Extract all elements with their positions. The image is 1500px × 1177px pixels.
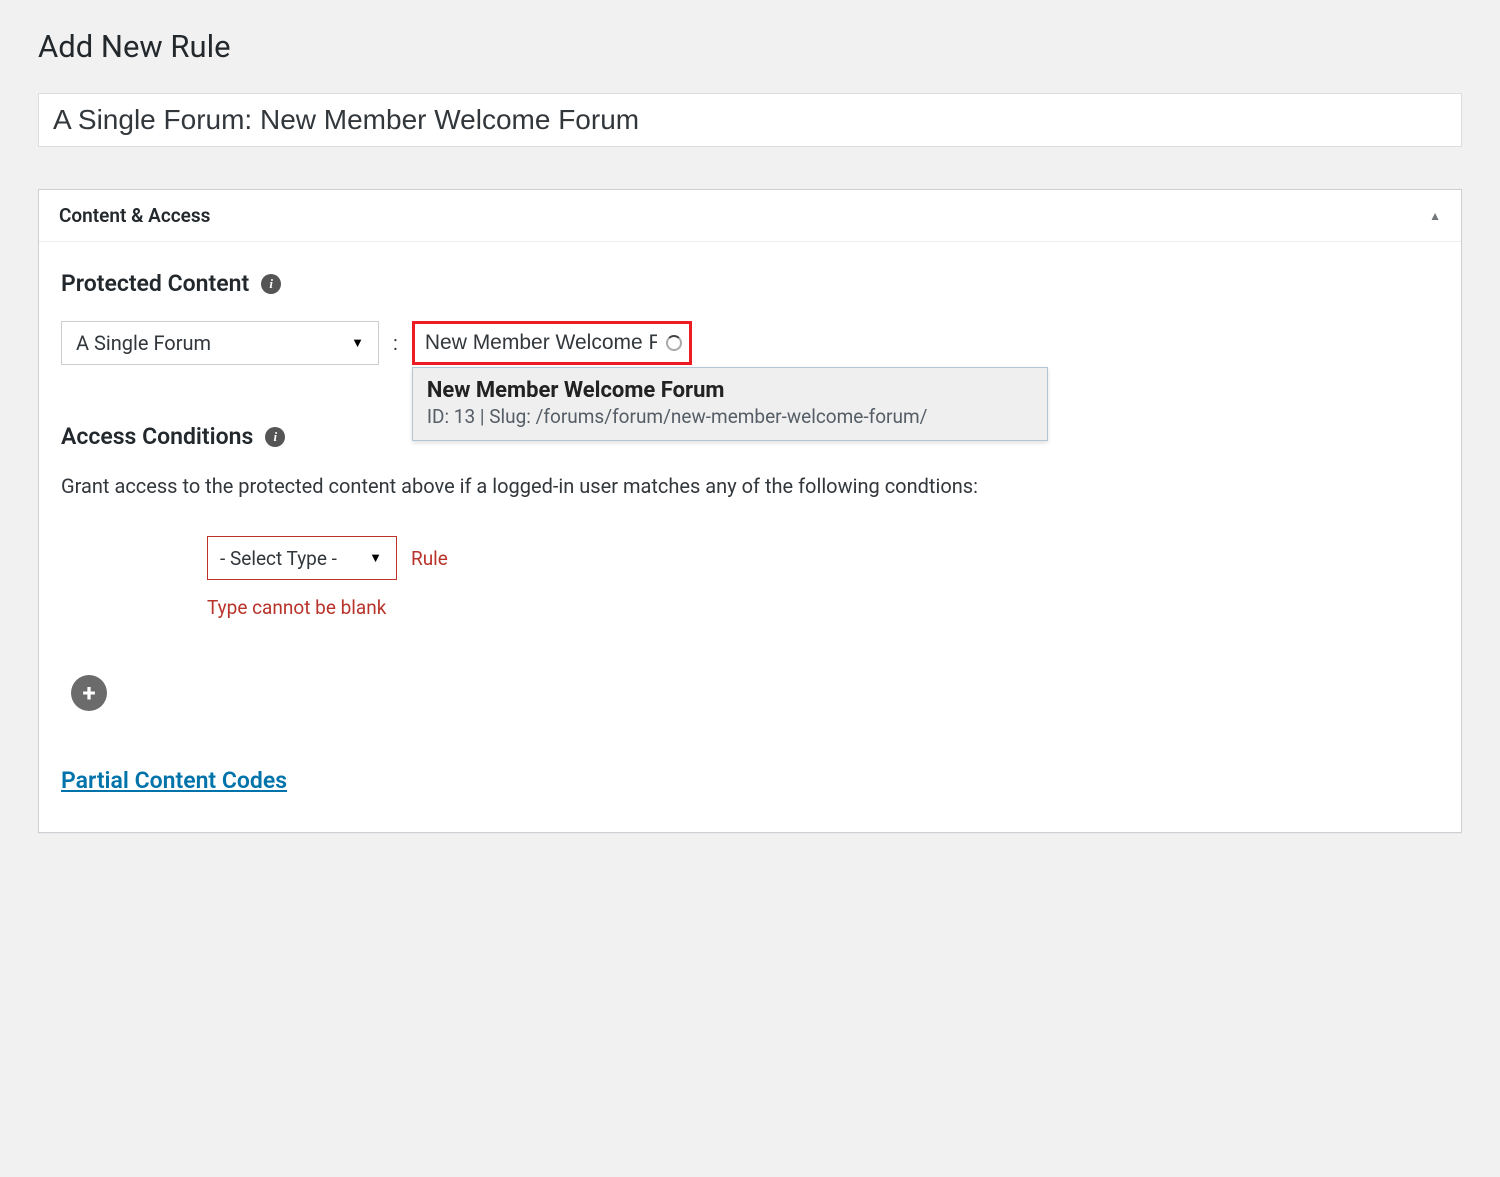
protected-content-row: A Single Forum ▼ : New Member Welcome Fo… bbox=[61, 321, 1439, 365]
content-search-input[interactable] bbox=[412, 321, 692, 365]
loading-spinner-icon bbox=[666, 335, 682, 351]
rule-type-placeholder: - Select Type - bbox=[220, 547, 337, 570]
collapse-icon: ▲ bbox=[1429, 209, 1441, 223]
autocomplete-dropdown[interactable]: New Member Welcome Forum ID: 13 | Slug: … bbox=[412, 367, 1048, 441]
type-error-message: Type cannot be blank bbox=[207, 596, 1439, 619]
chevron-down-icon: ▼ bbox=[369, 550, 382, 566]
add-rule-button[interactable]: + bbox=[71, 675, 107, 711]
protected-content-heading: Protected Content i bbox=[61, 270, 1439, 297]
rule-type-select[interactable]: - Select Type - ▼ bbox=[207, 536, 397, 580]
info-icon[interactable]: i bbox=[261, 274, 281, 294]
suggestion-meta: ID: 13 | Slug: /forums/forum/new-member-… bbox=[427, 405, 1033, 428]
rule-label: Rule bbox=[411, 547, 448, 570]
content-type-select[interactable]: A Single Forum ▼ bbox=[61, 321, 379, 365]
panel-header[interactable]: Content & Access ▲ bbox=[39, 190, 1461, 242]
panel-header-title: Content & Access bbox=[59, 204, 210, 227]
chevron-down-icon: ▼ bbox=[351, 335, 364, 351]
access-conditions-label: Access Conditions bbox=[61, 423, 253, 450]
partial-content-codes-link[interactable]: Partial Content Codes bbox=[61, 767, 287, 794]
rule-title-input[interactable] bbox=[38, 93, 1462, 147]
panel-body: Protected Content i A Single Forum ▼ : N… bbox=[39, 242, 1461, 832]
separator-colon: : bbox=[393, 321, 398, 365]
access-description: Grant access to the protected content ab… bbox=[61, 474, 1439, 498]
content-search-block: New Member Welcome Forum ID: 13 | Slug: … bbox=[412, 321, 692, 365]
content-access-panel: Content & Access ▲ Protected Content i A… bbox=[38, 189, 1462, 833]
info-icon[interactable]: i bbox=[265, 427, 285, 447]
rule-type-row: - Select Type - ▼ Rule bbox=[207, 536, 1439, 580]
suggestion-title: New Member Welcome Forum bbox=[427, 378, 1033, 403]
page-title: Add New Rule bbox=[38, 20, 1462, 65]
protected-content-label: Protected Content bbox=[61, 270, 249, 297]
plus-icon: + bbox=[82, 679, 95, 707]
content-type-value: A Single Forum bbox=[76, 331, 211, 355]
add-rule-wrap: + bbox=[71, 675, 1439, 711]
